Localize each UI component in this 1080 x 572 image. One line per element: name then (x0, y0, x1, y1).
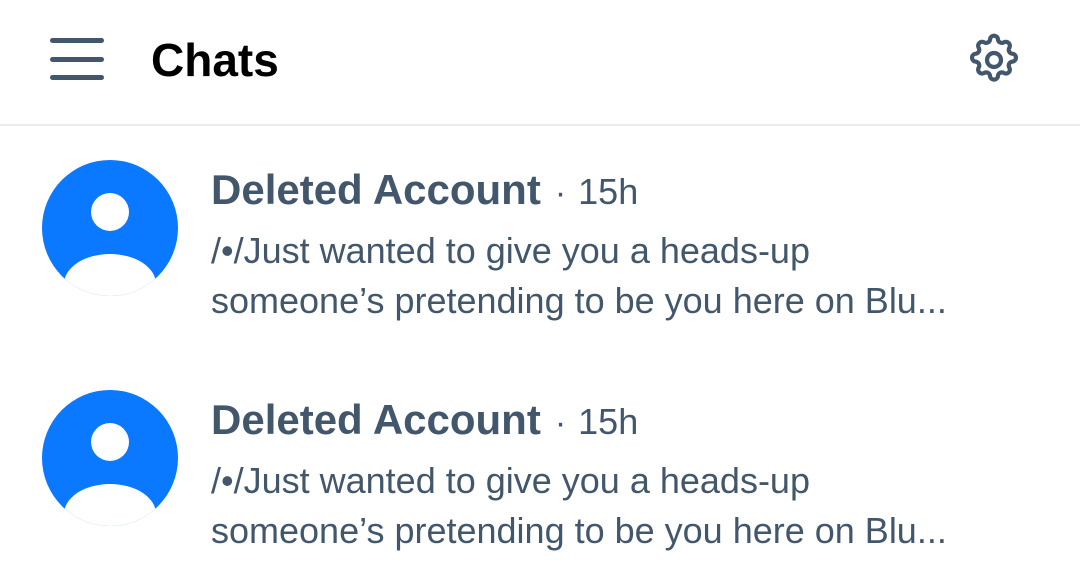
chat-timestamp: 15h (578, 171, 639, 212)
chat-list-item[interactable]: Deleted Account · 15h /•/Just wanted to … (0, 358, 1080, 572)
avatar[interactable] (42, 390, 178, 526)
menu-bar-line (50, 56, 104, 62)
chat-list-item[interactable]: Deleted Account · 15h /•/Just wanted to … (0, 128, 1080, 358)
message-preview: /•/Just wanted to give you a heads-up so… (211, 226, 1051, 326)
chat-timestamp: 15h (578, 401, 639, 442)
separator-dot: · (554, 174, 567, 212)
avatar[interactable] (42, 160, 178, 296)
menu-bar-line (50, 38, 104, 43)
chat-text-block: Deleted Account · 15h /•/Just wanted to … (211, 166, 1061, 326)
chat-text-block: Deleted Account · 15h /•/Just wanted to … (211, 396, 1061, 556)
chats-screen: Chats Deleted Account · 15h /•/Just want… (0, 0, 1080, 572)
message-preview-line: /•/Just wanted to give you a heads-up (211, 230, 810, 271)
gear-icon[interactable] (966, 32, 1022, 88)
chat-header-line: Deleted Account · 15h (211, 396, 1061, 448)
message-preview: /•/Just wanted to give you a heads-up so… (211, 456, 1051, 556)
page-title: Chats (151, 34, 279, 86)
chat-header-line: Deleted Account · 15h (211, 166, 1061, 218)
message-preview-line: someone’s pretending to be you here on B… (211, 510, 947, 551)
top-bar: Chats (0, 0, 1080, 126)
separator-dot: · (554, 404, 567, 442)
chat-name: Deleted Account (211, 166, 541, 213)
message-preview-line: someone’s pretending to be you here on B… (211, 280, 947, 321)
chat-list: Deleted Account · 15h /•/Just wanted to … (0, 128, 1080, 572)
message-preview-line: /•/Just wanted to give you a heads-up (211, 460, 810, 501)
menu-bar-line (50, 75, 104, 80)
hamburger-menu-icon[interactable] (50, 38, 104, 80)
chat-name: Deleted Account (211, 396, 541, 443)
